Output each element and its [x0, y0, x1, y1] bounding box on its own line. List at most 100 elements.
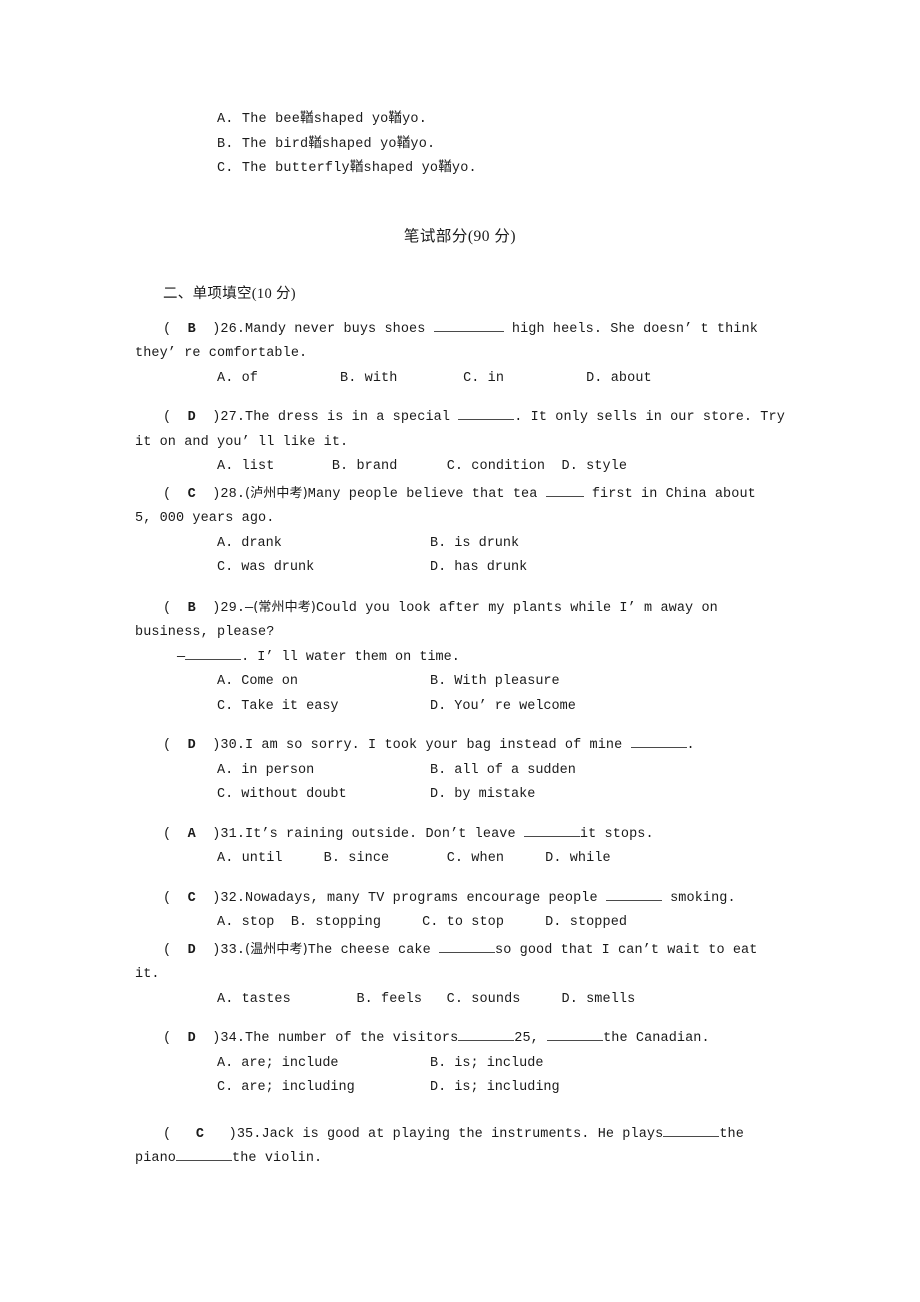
- option[interactable]: D. has drunk: [430, 556, 527, 581]
- dialogue-dash: —: [177, 649, 186, 665]
- option[interactable]: A. drank: [217, 532, 430, 557]
- stem-text-line2: piano: [135, 1151, 177, 1166]
- option[interactable]: C. to stop: [422, 915, 504, 930]
- option-row: A. drank B. is drunk: [217, 532, 785, 557]
- option[interactable]: B. all of a sudden: [430, 759, 576, 784]
- question-stem: ( D )30.I am so sorry. I took your bag i…: [135, 734, 785, 759]
- answer-bracket: ( D ): [163, 410, 221, 425]
- option[interactable]: D. is; including: [430, 1076, 560, 1101]
- question-33: ( D )33.(温州中考)The cheese cake so good th…: [135, 938, 785, 1013]
- stem-text: the Canadian.: [603, 1031, 710, 1046]
- answer-blank[interactable]: [663, 1135, 720, 1137]
- option-grid: A. drank B. is drunk C. was drunk D. has d…: [135, 532, 785, 581]
- answer-blank-2[interactable]: [176, 1160, 233, 1161]
- stem-text: smoking.: [661, 890, 736, 906]
- option[interactable]: B. stopping: [291, 915, 381, 930]
- question-stem: ( B )29.—(常州中考)Could you look after my p…: [135, 596, 785, 646]
- question-stem: ( C )28.(泸州中考)Many people believe that t…: [135, 482, 785, 532]
- option[interactable]: D. about: [586, 371, 652, 386]
- option[interactable]: B. with: [340, 371, 397, 386]
- stem-text: I am so sorry. I took your bag instead o…: [245, 738, 631, 753]
- option[interactable]: A. tastes: [217, 992, 291, 1007]
- question-27: ( D )27.The dress is in a special . It o…: [135, 406, 785, 480]
- option[interactable]: B. is drunk: [430, 532, 519, 557]
- option[interactable]: D. style: [562, 459, 628, 474]
- option[interactable]: C. condition: [447, 459, 545, 474]
- option[interactable]: D. stopped: [545, 915, 627, 930]
- option[interactable]: B. brand: [332, 459, 398, 474]
- answer-blank[interactable]: [630, 747, 687, 748]
- stem-text: . It only sells in our store. Try: [514, 410, 785, 425]
- option[interactable]: C. in: [463, 371, 504, 386]
- answer-blank-2[interactable]: [547, 1040, 604, 1041]
- answer-bracket: ( B ): [163, 600, 221, 616]
- stem-text: it stops.: [579, 826, 654, 842]
- question-number: 26.: [220, 321, 246, 337]
- answer-letter: D: [187, 1031, 196, 1046]
- option-grid: A. Come on B. With pleasure C. Take it ea…: [135, 670, 785, 719]
- option-row: C. Take it easy D. You’ re welcome: [217, 695, 785, 720]
- answer-blank[interactable]: [458, 419, 515, 420]
- answer-blank[interactable]: [458, 1040, 515, 1041]
- reply-text: . I’ ll water them on time.: [241, 649, 460, 665]
- answer-blank[interactable]: [545, 495, 584, 497]
- option[interactable]: D. by mistake: [430, 783, 535, 808]
- option[interactable]: A. are; include: [217, 1052, 430, 1077]
- answer-blank[interactable]: [605, 899, 662, 901]
- answer-blank[interactable]: [185, 658, 242, 660]
- answer-letter: B: [187, 321, 196, 337]
- option[interactable]: A. Come on: [217, 670, 430, 695]
- option[interactable]: C. sounds: [447, 992, 521, 1007]
- option[interactable]: D. while: [545, 851, 611, 866]
- part-title: 二、单项填空(10 分): [163, 285, 296, 302]
- option[interactable]: A. list: [217, 459, 274, 474]
- option[interactable]: A. stop: [217, 915, 274, 930]
- answer-bracket: ( C ): [163, 890, 221, 906]
- option[interactable]: C. are; including: [217, 1076, 430, 1101]
- answer-letter: C: [187, 890, 196, 906]
- question-35: ( C )35.Jack is good at playing the inst…: [135, 1123, 785, 1172]
- answer-letter: D: [187, 738, 196, 753]
- option[interactable]: A. in person: [217, 759, 430, 784]
- option-row: A. of B. with C. in D. about: [135, 367, 785, 392]
- answer-blank[interactable]: [439, 951, 496, 953]
- option[interactable]: C. without doubt: [217, 783, 430, 808]
- answer-bracket: ( D ): [163, 738, 221, 753]
- answer-blank[interactable]: [523, 835, 580, 837]
- question-number: 28.: [220, 486, 246, 502]
- question-32: ( C )32.Nowadays, many TV programs encou…: [135, 887, 785, 936]
- question-29: ( B )29.—(常州中考)Could you look after my p…: [135, 596, 785, 720]
- question-stem: ( C )32.Nowadays, many TV programs encou…: [135, 887, 785, 912]
- answer-bracket: ( D ): [163, 1031, 221, 1046]
- option-row: C. without doubt D. by mistake: [217, 783, 785, 808]
- option[interactable]: B. since: [324, 851, 390, 866]
- stem-text-line2: business, please?: [135, 625, 275, 640]
- question-number: 29.: [220, 600, 246, 616]
- option[interactable]: C. Take it easy: [217, 695, 430, 720]
- option[interactable]: D. smells: [562, 992, 636, 1007]
- answer-blank[interactable]: [433, 330, 504, 332]
- option[interactable]: C. when: [447, 851, 504, 866]
- option[interactable]: B. is; include: [430, 1052, 543, 1077]
- option[interactable]: A. of: [217, 371, 258, 386]
- option-row: A. stop B. stopping C. to stop D. stoppe…: [135, 911, 785, 936]
- stem-text: first in China about: [583, 486, 756, 502]
- answer-letter: C: [195, 1126, 205, 1142]
- question-28: ( C )28.(泸州中考)Many people believe that t…: [135, 482, 785, 581]
- question-stem: ( B )26.Mandy never buys shoes high heel…: [135, 318, 785, 367]
- option[interactable]: D. You’ re welcome: [430, 695, 576, 720]
- question-stem: ( D )33.(温州中考)The cheese cake so good th…: [135, 938, 785, 988]
- option[interactable]: C. was drunk: [217, 556, 430, 581]
- option-grid: A. are; include B. is; include C. are; in…: [135, 1052, 785, 1101]
- leadin-options-block: A. The bee鞧shaped yo鞧yo. B. The bird鞧sha…: [135, 108, 785, 182]
- option[interactable]: B. With pleasure: [430, 670, 560, 695]
- question-stem: ( D )27.The dress is in a special . It o…: [135, 406, 785, 455]
- option[interactable]: A. until: [217, 851, 283, 866]
- option-row: A. in person B. all of a sudden: [217, 759, 785, 784]
- option[interactable]: B. feels: [356, 992, 422, 1007]
- stem-text: so good that I can’t wait to eat: [495, 942, 758, 958]
- stem-text-line2: they’ re comfortable.: [135, 346, 308, 361]
- exam-source-tag: (常州中考): [253, 599, 316, 615]
- stem-text: .: [686, 738, 695, 753]
- question-31: ( A )31.It’s raining outside. Don’t leav…: [135, 823, 785, 872]
